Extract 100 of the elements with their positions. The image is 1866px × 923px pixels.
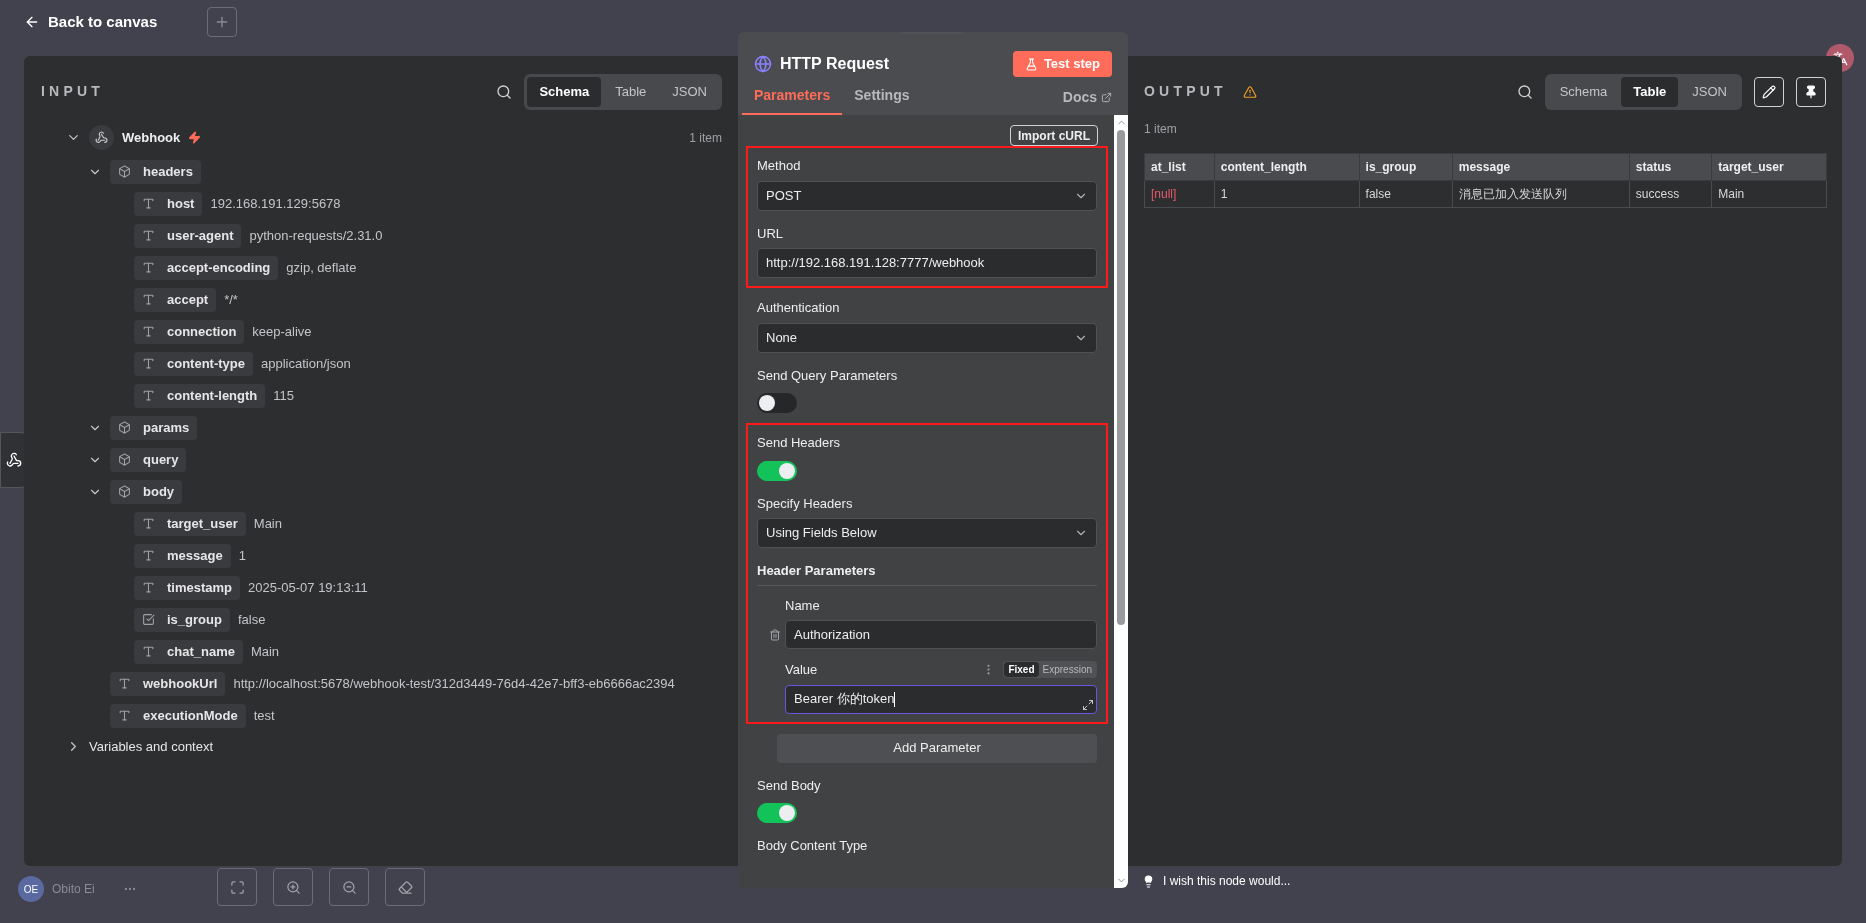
zoom-in-button[interactable] xyxy=(273,868,313,906)
node-title: HTTP Request xyxy=(780,54,890,74)
field-value: 192.168.191.129:5678 xyxy=(210,194,341,213)
edit-button[interactable] xyxy=(1754,76,1784,107)
field-key[interactable]: content-length xyxy=(134,383,266,408)
zoom-out-button[interactable] xyxy=(329,868,369,906)
field-value: http://localhost:5678/webhook-test/312d3449-76d4-42e7-bff3-eb6666ac2394 xyxy=(233,674,675,693)
name-input-field[interactable]: Authorization xyxy=(785,620,1097,649)
field-key[interactable]: params xyxy=(110,415,198,440)
docs-link[interactable]: Docs xyxy=(1062,87,1112,115)
field-key[interactable]: target_user xyxy=(134,511,246,536)
text-type-icon xyxy=(142,229,155,242)
field-label: URL xyxy=(757,224,784,243)
webhook-icon xyxy=(95,131,108,144)
field-key[interactable]: is_group xyxy=(134,607,230,632)
column-header: message xyxy=(1452,153,1630,180)
view-tab[interactable]: Table xyxy=(1621,77,1679,107)
view-tab[interactable]: Schema xyxy=(527,77,602,107)
panel-title: INPUT xyxy=(40,82,104,102)
text-type-icon xyxy=(142,293,155,306)
mode-tab[interactable]: Fixed xyxy=(1004,662,1039,678)
external-link-icon xyxy=(1101,92,1112,103)
add-parameter-button[interactable]: Add Parameter xyxy=(777,733,1097,763)
text-type-icon xyxy=(142,325,155,338)
field-key[interactable]: chat_name xyxy=(134,639,243,664)
table-cell: 消息已加入发送队列 xyxy=(1452,180,1630,207)
search-icon[interactable] xyxy=(496,83,513,100)
checkbox-icon xyxy=(142,613,155,626)
field-value: python-requests/2.31.0 xyxy=(249,226,383,245)
field-value: 1 xyxy=(238,546,246,565)
webhook-icon xyxy=(5,452,22,468)
field-key[interactable]: accept-encoding xyxy=(134,255,279,280)
cube-icon xyxy=(118,453,131,466)
back-to-canvas-link[interactable]: Back to canvas xyxy=(24,10,158,34)
select-field[interactable]: Using Fields Below xyxy=(757,518,1097,548)
pencil-icon xyxy=(1762,84,1776,99)
select-field[interactable]: POST xyxy=(757,180,1097,211)
url-input-field[interactable]: http://192.168.191.128:7777/webhook xyxy=(757,248,1097,278)
field-key[interactable]: timestamp xyxy=(134,575,241,600)
search-icon[interactable] xyxy=(1516,83,1533,100)
delete-icon[interactable] xyxy=(769,628,781,641)
feedback-link[interactable]: I wish this node would... xyxy=(1163,872,1291,890)
field-key[interactable]: connection xyxy=(134,319,245,344)
view-tab[interactable]: Schema xyxy=(1547,77,1620,107)
pin-icon xyxy=(1804,84,1818,99)
view-tab[interactable]: Table xyxy=(603,77,659,107)
field-key[interactable]: webhookUrl xyxy=(110,671,226,696)
field-key[interactable]: content-type xyxy=(134,351,253,376)
item-count: 1 item xyxy=(689,129,722,147)
table-cell: [null] xyxy=(1144,180,1215,207)
trigger-bolt-icon xyxy=(188,131,202,144)
field-key[interactable]: query xyxy=(110,447,187,472)
field-key[interactable]: headers xyxy=(110,159,201,184)
text-type-icon xyxy=(142,645,155,658)
fit-view-icon xyxy=(229,879,245,895)
column-header: is_group xyxy=(1359,153,1453,180)
column-header: target_user xyxy=(1711,153,1827,180)
field-value: gzip, deflate xyxy=(286,258,357,277)
view-tab[interactable]: JSON xyxy=(1680,77,1739,107)
field-label: Specify Headers xyxy=(757,494,854,513)
toggle-switch[interactable] xyxy=(757,460,797,481)
field-value: false xyxy=(237,610,266,629)
column-header: content_length xyxy=(1214,153,1360,180)
field-key[interactable]: message xyxy=(134,543,231,568)
field-value: test xyxy=(253,706,275,725)
field-value: 2025-05-07 19:13:11 xyxy=(248,578,368,597)
lightbulb-icon xyxy=(1142,874,1155,888)
field-key[interactable]: body xyxy=(110,479,183,504)
toggle-switch[interactable] xyxy=(757,803,797,823)
table-cell: 1 xyxy=(1214,180,1360,207)
column-header: at_list xyxy=(1144,153,1215,180)
view-tab[interactable]: JSON xyxy=(660,77,719,107)
import-curl-button[interactable]: Import cURL xyxy=(1010,125,1098,146)
expand-icon[interactable] xyxy=(1082,698,1094,711)
zoom-in-icon xyxy=(285,879,301,895)
pin-button[interactable] xyxy=(1796,76,1826,107)
text-type-icon xyxy=(118,709,131,722)
variables-label[interactable]: Variables and context xyxy=(89,736,214,757)
field-key[interactable]: accept xyxy=(134,287,217,312)
field-label: Send Query Parameters xyxy=(757,366,898,385)
mode-tab[interactable]: Expression xyxy=(1038,662,1096,678)
toggle-switch[interactable] xyxy=(757,393,797,413)
value-input-field[interactable]: Bearer 你的token xyxy=(785,684,1097,714)
field-label: Body Content Type xyxy=(757,837,868,855)
cube-icon xyxy=(118,421,131,434)
field-key[interactable]: host xyxy=(134,191,203,216)
globe-icon xyxy=(754,55,772,73)
field-label: Name xyxy=(785,596,821,615)
field-key[interactable]: user-agent xyxy=(134,223,242,248)
text-type-icon xyxy=(142,389,155,402)
field-key[interactable]: executionMode xyxy=(110,703,246,728)
field-value: Main xyxy=(253,514,282,533)
field-value: 115 xyxy=(273,386,294,405)
user-avatar[interactable]: OE xyxy=(18,876,44,902)
field-value: */* xyxy=(224,290,238,309)
select-field[interactable]: None xyxy=(757,322,1097,353)
panel-tab[interactable]: Settings xyxy=(842,85,922,115)
clear-button[interactable] xyxy=(385,868,425,906)
user-name: Obito Ei xyxy=(52,881,95,898)
table-cell: Main xyxy=(1711,180,1827,207)
